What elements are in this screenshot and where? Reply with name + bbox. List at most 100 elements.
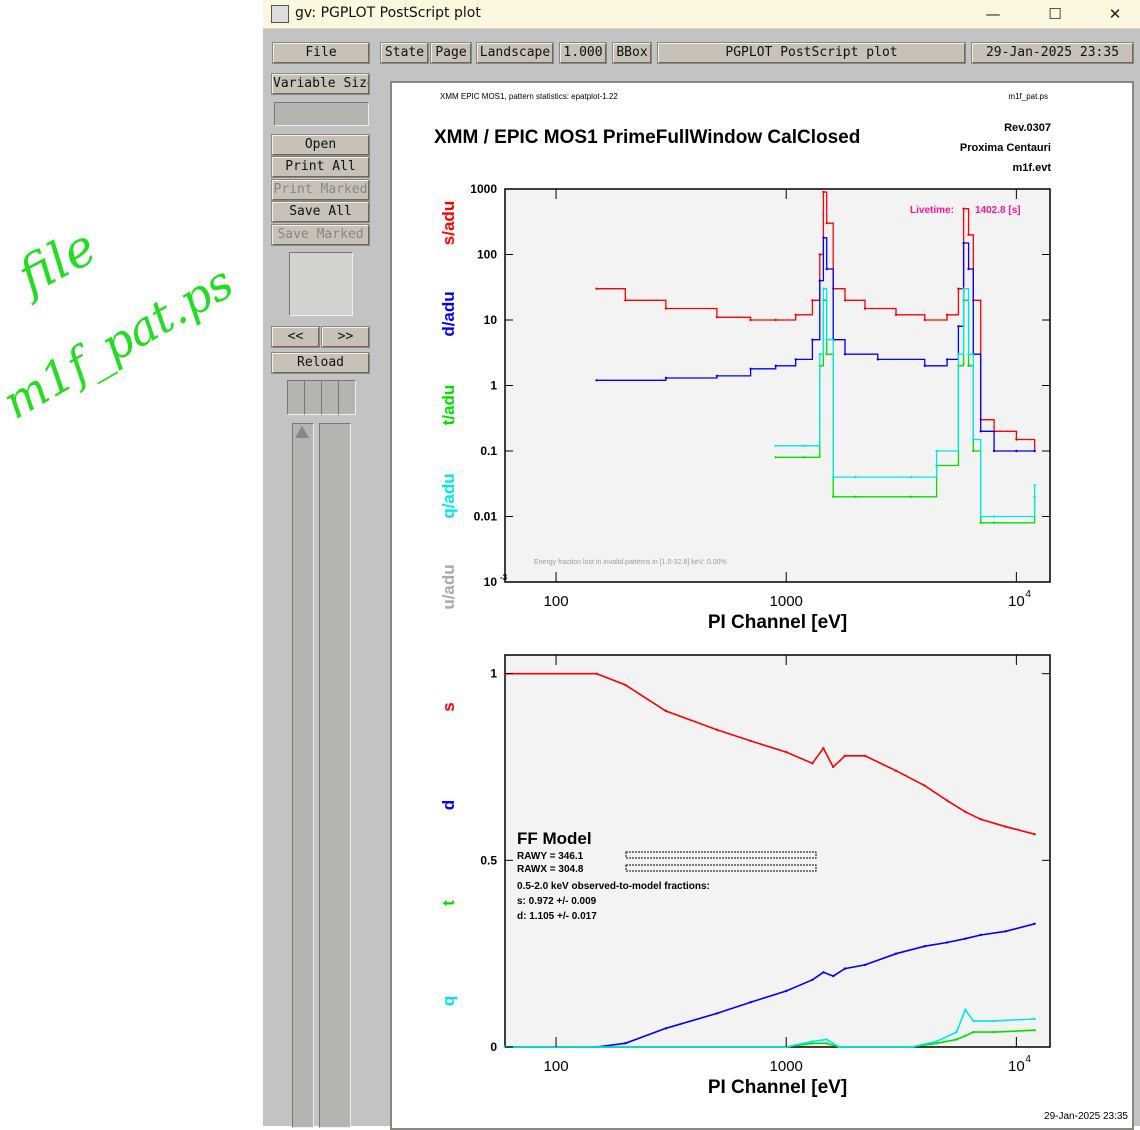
bottom-y-labels: s d t q bbox=[439, 702, 458, 1006]
bottom-y-tick-label: 0.5 bbox=[480, 853, 497, 867]
data-point-d-top bbox=[992, 449, 996, 453]
title-bar[interactable]: gv: PGPLOT PostScript plot — ☐ ✕ bbox=[263, 0, 1140, 29]
livetime-value: 1402.8 [s] bbox=[975, 205, 1021, 216]
ff-model-label: FF Model bbox=[517, 829, 592, 848]
data-point-d-top bbox=[749, 367, 752, 370]
plot-event-file: m1f.evt bbox=[1012, 162, 1051, 174]
vertical-scrollbar[interactable] bbox=[292, 423, 314, 1128]
data-point-q-top bbox=[803, 444, 806, 447]
data-point-d-bottom bbox=[1033, 922, 1036, 925]
data-point-s-top bbox=[945, 313, 949, 316]
data-point-q-bottom bbox=[935, 1040, 938, 1043]
document-view[interactable]: XMM EPIC MOS1, pattern statistics: epatp… bbox=[390, 81, 1134, 1130]
data-point-d-top bbox=[876, 358, 879, 361]
window-title: gv: PGPLOT PostScript plot bbox=[295, 5, 481, 21]
page-list[interactable] bbox=[319, 423, 351, 1128]
top-y-tick-label: 100 bbox=[477, 248, 497, 262]
data-point-s-bottom bbox=[843, 754, 847, 757]
bottom-x-tick-exponent: 4 bbox=[1025, 1054, 1031, 1065]
data-point-d-top bbox=[1015, 449, 1018, 453]
data-point-s-bottom bbox=[811, 762, 814, 765]
data-point-d-bottom bbox=[832, 974, 835, 978]
data-point-s-bottom bbox=[1004, 825, 1007, 828]
print-all-button[interactable]: Print All bbox=[272, 157, 369, 177]
footer-date: 29-Jan-2025 23:35 bbox=[1044, 1111, 1128, 1122]
gv-window: gv: PGPLOT PostScript plot — ☐ ✕ File St… bbox=[263, 0, 1140, 1130]
page-list-panner[interactable] bbox=[289, 252, 353, 316]
page-menu-button[interactable]: Page bbox=[431, 43, 471, 63]
data-point-d-bottom bbox=[894, 952, 898, 955]
mark-toggle-3[interactable] bbox=[321, 380, 339, 415]
bottom-y-axis-label: q bbox=[439, 996, 458, 1006]
orientation-menu-button[interactable]: Landscape bbox=[477, 43, 553, 63]
livetime-label: Livetime: bbox=[910, 205, 954, 216]
data-point-d-top bbox=[595, 379, 598, 382]
data-point-q-top bbox=[967, 353, 970, 356]
save-marked-button[interactable]: Save Marked bbox=[272, 225, 369, 245]
data-point-t-top bbox=[854, 495, 857, 498]
data-point-d-bottom bbox=[964, 937, 967, 940]
rawy-label: RAWY = 346.1 bbox=[517, 851, 584, 862]
data-point-s-top bbox=[794, 313, 797, 316]
data-point-t-top bbox=[967, 364, 970, 367]
mark-toggle-2[interactable] bbox=[304, 380, 322, 415]
plot-title: XMM / EPIC MOS1 PrimeFullWindow CalClose… bbox=[434, 127, 860, 148]
state-menu-button[interactable]: State bbox=[381, 43, 428, 63]
scale-menu-button[interactable]: 1.000 bbox=[560, 43, 606, 63]
data-point-d-bottom bbox=[923, 945, 926, 948]
plot-header-right: m1f_pat.ps bbox=[1008, 92, 1048, 101]
data-point-d-top bbox=[774, 364, 777, 367]
previous-page-button[interactable]: << bbox=[272, 327, 319, 347]
data-point-d-bottom bbox=[979, 933, 982, 937]
data-point-d-bottom bbox=[664, 1027, 668, 1030]
data-point-d-top bbox=[715, 374, 719, 378]
size-mode-button[interactable]: Variable Size bbox=[272, 74, 369, 94]
print-marked-button[interactable]: Print Marked bbox=[272, 180, 369, 200]
minimize-button[interactable]: — bbox=[973, 3, 1013, 25]
data-point-q-top bbox=[832, 475, 835, 479]
data-point-s-bottom bbox=[1033, 833, 1036, 836]
data-point-q-top bbox=[962, 287, 965, 290]
data-point-d-bottom bbox=[945, 941, 949, 944]
top-y-tick-label: 1000 bbox=[470, 182, 497, 196]
bottom-x-tick-label: 10 bbox=[1008, 1058, 1025, 1075]
page-number-field[interactable] bbox=[274, 102, 369, 126]
save-all-button[interactable]: Save All bbox=[272, 202, 369, 222]
mark-toggle-4[interactable] bbox=[338, 380, 356, 415]
data-point-t-top bbox=[910, 495, 913, 498]
data-point-q-bottom bbox=[838, 1045, 841, 1049]
top-y-axis-label: q/adu bbox=[439, 473, 458, 518]
data-point-t-top bbox=[832, 495, 835, 498]
data-point-q-bottom bbox=[972, 1019, 975, 1023]
data-point-d-bottom bbox=[785, 989, 788, 993]
pgplot-page: XMM EPIC MOS1, pattern statistics: epatp… bbox=[434, 92, 1051, 1098]
next-page-button[interactable]: >> bbox=[322, 327, 369, 347]
data-point-s-bottom bbox=[785, 750, 788, 754]
top-x-axis-label: PI Channel [eV] bbox=[708, 612, 847, 633]
data-point-s-bottom bbox=[715, 728, 719, 731]
data-point-d-top bbox=[811, 338, 814, 341]
data-point-s-bottom bbox=[595, 672, 598, 675]
bbox-menu-button[interactable]: BBox bbox=[613, 43, 651, 63]
data-point-d-bottom bbox=[811, 978, 814, 981]
data-point-q-top bbox=[822, 287, 825, 290]
open-button[interactable]: Open bbox=[272, 135, 369, 155]
top-x-tick-label: 1000 bbox=[770, 593, 803, 610]
data-point-d-top bbox=[962, 241, 965, 245]
reload-button[interactable]: Reload bbox=[272, 353, 369, 373]
scroll-up-arrow-icon[interactable] bbox=[295, 426, 309, 438]
data-point-d-bottom bbox=[822, 971, 825, 974]
data-point-d-top bbox=[822, 236, 825, 239]
data-point-t-bottom bbox=[825, 1042, 828, 1045]
mark-toggle-1[interactable] bbox=[287, 380, 305, 415]
data-point-d-bottom bbox=[624, 1042, 627, 1045]
data-point-d-top bbox=[843, 353, 847, 356]
data-point-s-top bbox=[843, 299, 847, 302]
close-button[interactable]: ✕ bbox=[1095, 3, 1135, 25]
maximize-button[interactable]: ☐ bbox=[1035, 3, 1075, 25]
data-point-s-top bbox=[715, 316, 719, 319]
data-point-q-bottom bbox=[955, 1030, 958, 1034]
data-point-s-bottom bbox=[624, 683, 627, 687]
data-point-q-top bbox=[957, 353, 960, 356]
file-menu-button[interactable]: File bbox=[273, 43, 369, 63]
